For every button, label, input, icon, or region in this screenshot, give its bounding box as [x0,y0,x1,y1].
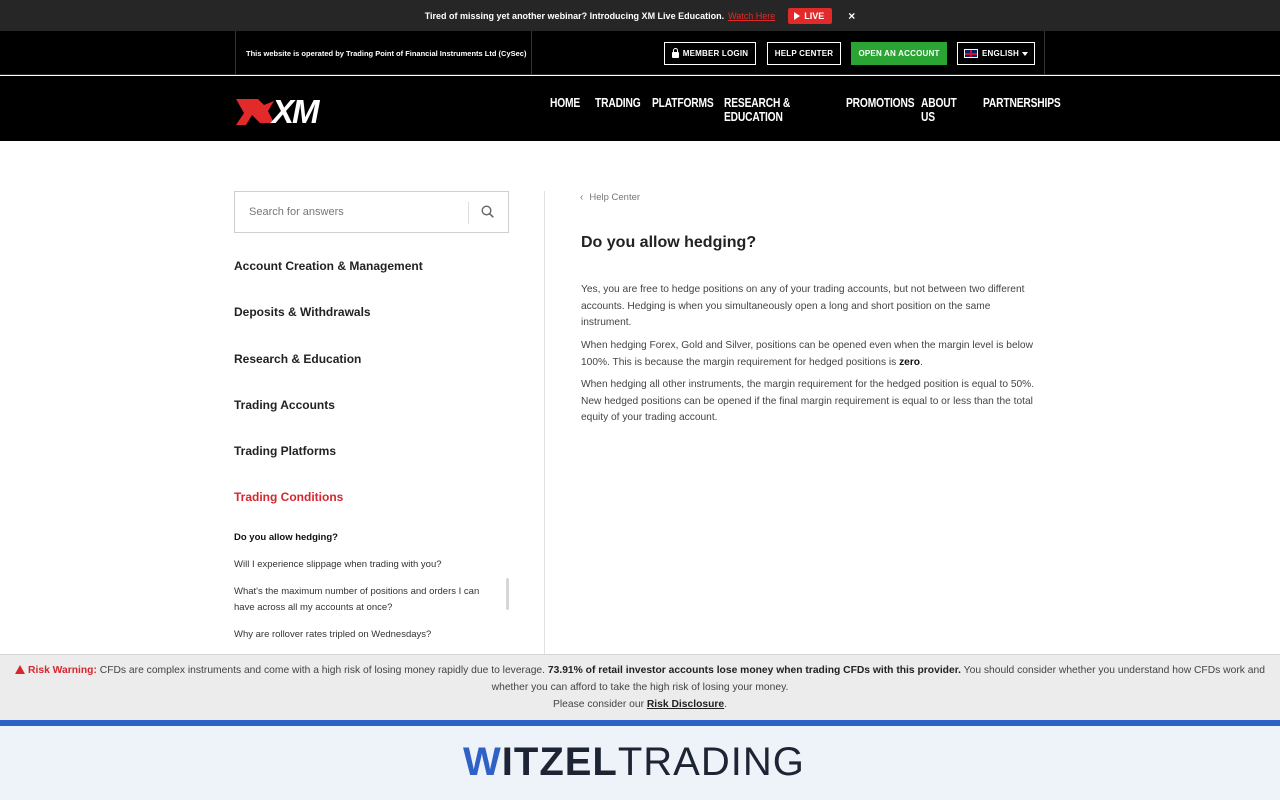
search-box[interactable]: Search for answers [234,191,509,233]
xm-logo[interactable]: XM [234,93,319,131]
logo-w: W [463,740,502,784]
language-selector[interactable]: ENGLISH [957,42,1035,65]
nav-about-us[interactable]: ABOUT US [921,96,972,124]
utility-bar: This website is operated by Trading Poin… [0,31,1280,75]
operator-notice: This website is operated by Trading Poin… [235,31,532,75]
risk-disclosure-link[interactable]: Risk Disclosure [647,699,724,710]
question-max-positions[interactable]: What's the maximum number of positions a… [234,584,484,616]
risk-line: Risk Warning: CFDs are complex instrumen… [0,662,1280,696]
page: Tired of missing yet another webinar? In… [0,0,1280,800]
xm-logo-text: XM [272,93,319,130]
nav-research-education[interactable]: RESEARCH & EDUCATION [724,96,824,124]
promo-bar: Tired of missing yet another webinar? In… [0,0,1280,31]
member-login-button[interactable]: MEMBER LOGIN [664,42,756,65]
answer-paragraph-2: When hedging Forex, Gold and Silver, pos… [581,338,1036,371]
member-login-label: MEMBER LOGIN [682,49,749,58]
close-icon[interactable]: × [848,9,855,23]
risk-label: Risk Warning: [28,665,97,676]
chevron-left-icon: ‹ [580,192,584,203]
search-input[interactable]: Search for answers [249,206,344,218]
answer-p2-text: When hedging Forex, Gold and Silver, pos… [581,340,1033,368]
help-center-button[interactable]: HELP CENTER [767,42,841,65]
risk-warning-bar: Risk Warning: CFDs are complex instrumen… [0,654,1280,720]
warning-icon [15,665,26,674]
answer-paragraph-3: When hedging all other instruments, the … [581,379,1035,424]
caret-down-icon [1021,51,1028,56]
divider [1044,31,1045,75]
risk-bold: 73.91% of retail investor accounts lose … [547,665,961,676]
sidebar-scrollbar[interactable] [506,578,509,610]
category-trading-accounts[interactable]: Trading Accounts [234,398,335,412]
logo-itzel: ITZEL [501,740,618,784]
promo-text: Tired of missing yet another webinar? In… [424,10,725,21]
watch-here-link[interactable]: Watch Here [728,11,775,21]
live-button[interactable]: LIVE [788,7,833,24]
breadcrumb[interactable]: ‹ Help Center [580,192,640,203]
logo-trading: TRADING [617,740,805,784]
breadcrumb-help-center[interactable]: Help Center [589,192,640,203]
uk-flag-icon [964,49,979,58]
search-divider [468,202,469,224]
category-account-creation[interactable]: Account Creation & Management [234,259,423,273]
question-hedging[interactable]: Do you allow hedging? [234,530,484,546]
nav-partnerships[interactable]: PARTNERSHIPS [983,96,1061,124]
question-slippage[interactable]: Will I experience slippage when trading … [234,557,484,573]
nav-platforms[interactable]: PLATFORMS [652,96,714,124]
risk-text-4: . [724,699,727,710]
nav-menu: HOME TRADING PLATFORMS RESEARCH & EDUCAT… [550,96,1063,124]
live-label: LIVE [804,10,825,21]
nav-home[interactable]: HOME [550,96,587,124]
risk-text-3: Please consider our [552,699,647,710]
search-icon[interactable] [481,205,494,218]
category-trading-conditions[interactable]: Trading Conditions [234,490,343,504]
brand-footer: W ITZEL TRADING [0,726,1280,800]
category-deposits-withdrawals[interactable]: Deposits & Withdrawals [234,305,371,319]
answer-p2-bold: zero [899,356,921,368]
lock-icon [671,47,679,58]
open-account-button[interactable]: OPEN AN ACCOUNT [851,42,947,65]
language-label: ENGLISH [982,49,1019,58]
answer-paragraph-1: Yes, you are free to hedge positions on … [581,284,1025,329]
category-research-education[interactable]: Research & Education [234,352,361,366]
play-icon [794,11,801,20]
witzeltrading-logo: W ITZEL TRADING [463,740,805,785]
answer-p2-end: . [920,356,923,368]
xm-logo-icon [236,99,274,125]
divider [544,191,545,654]
page-title: Do you allow hedging? [581,234,757,251]
question-rollover[interactable]: Why are rollover rates tripled on Wednes… [234,627,484,643]
risk-disclosure-line: Please consider our Risk Disclosure. [0,696,1280,713]
nav-promotions[interactable]: PROMOTIONS [846,96,915,124]
category-trading-platforms[interactable]: Trading Platforms [234,444,336,458]
nav-trading[interactable]: TRADING [595,96,642,124]
risk-text-1: CFDs are complex instruments and come wi… [96,665,548,676]
